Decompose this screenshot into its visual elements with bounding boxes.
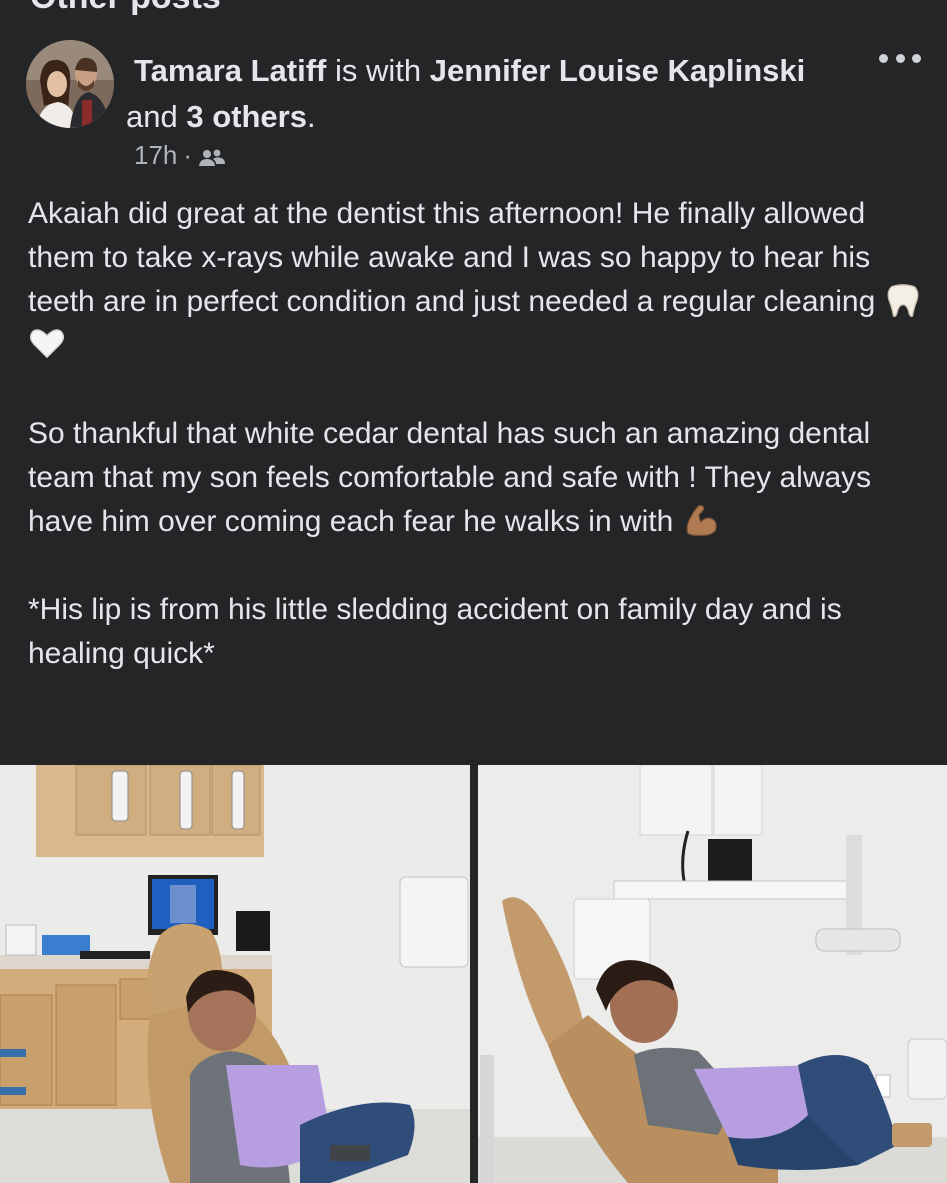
meta-separator: · xyxy=(183,140,193,170)
paragraph-1-text: Akaiah did great at the dentist this aft… xyxy=(28,197,876,318)
author-avatar[interactable] xyxy=(26,40,114,128)
post-body: Akaiah did great at the dentist this aft… xyxy=(28,192,923,676)
and-text: and xyxy=(126,99,187,134)
post-header: Tamara Latiff is with Jennifer Louise Ka… xyxy=(26,36,921,176)
post-paragraph-2: So thankful that white cedar dental has … xyxy=(28,412,923,544)
paragraph-2-text: So thankful that white cedar dental has … xyxy=(28,417,872,538)
more-dot xyxy=(895,53,905,63)
post-meta: 17h · xyxy=(134,140,226,171)
period-text: . xyxy=(306,99,316,134)
more-options-icon[interactable] xyxy=(879,46,921,70)
section-heading: Other posts xyxy=(30,0,221,17)
tooth-emoji xyxy=(884,281,922,319)
dental-office-photo-1[interactable] xyxy=(0,765,470,1183)
flexed-biceps-emoji xyxy=(682,501,720,539)
photo-grid xyxy=(0,765,947,1183)
post-paragraph-1: Akaiah did great at the dentist this aft… xyxy=(28,192,923,368)
others-link[interactable]: 3 others xyxy=(186,99,307,134)
post-author-line: Tamara Latiff is with Jennifer Louise Ka… xyxy=(126,48,864,140)
author-name-link[interactable]: Tamara Latiff xyxy=(134,53,326,88)
more-dot xyxy=(912,53,921,63)
dental-office-photo-2[interactable] xyxy=(478,765,947,1183)
more-dot xyxy=(879,53,888,63)
post-timestamp[interactable]: 17h xyxy=(134,140,177,171)
post-paragraph-3: *His lip is from his little sledding acc… xyxy=(28,593,842,670)
tagged-person-link[interactable]: Jennifer Louise Kaplinski xyxy=(430,53,806,88)
friends-icon[interactable] xyxy=(198,145,226,167)
with-text: is with xyxy=(326,53,430,88)
white-heart-emoji xyxy=(28,325,66,363)
